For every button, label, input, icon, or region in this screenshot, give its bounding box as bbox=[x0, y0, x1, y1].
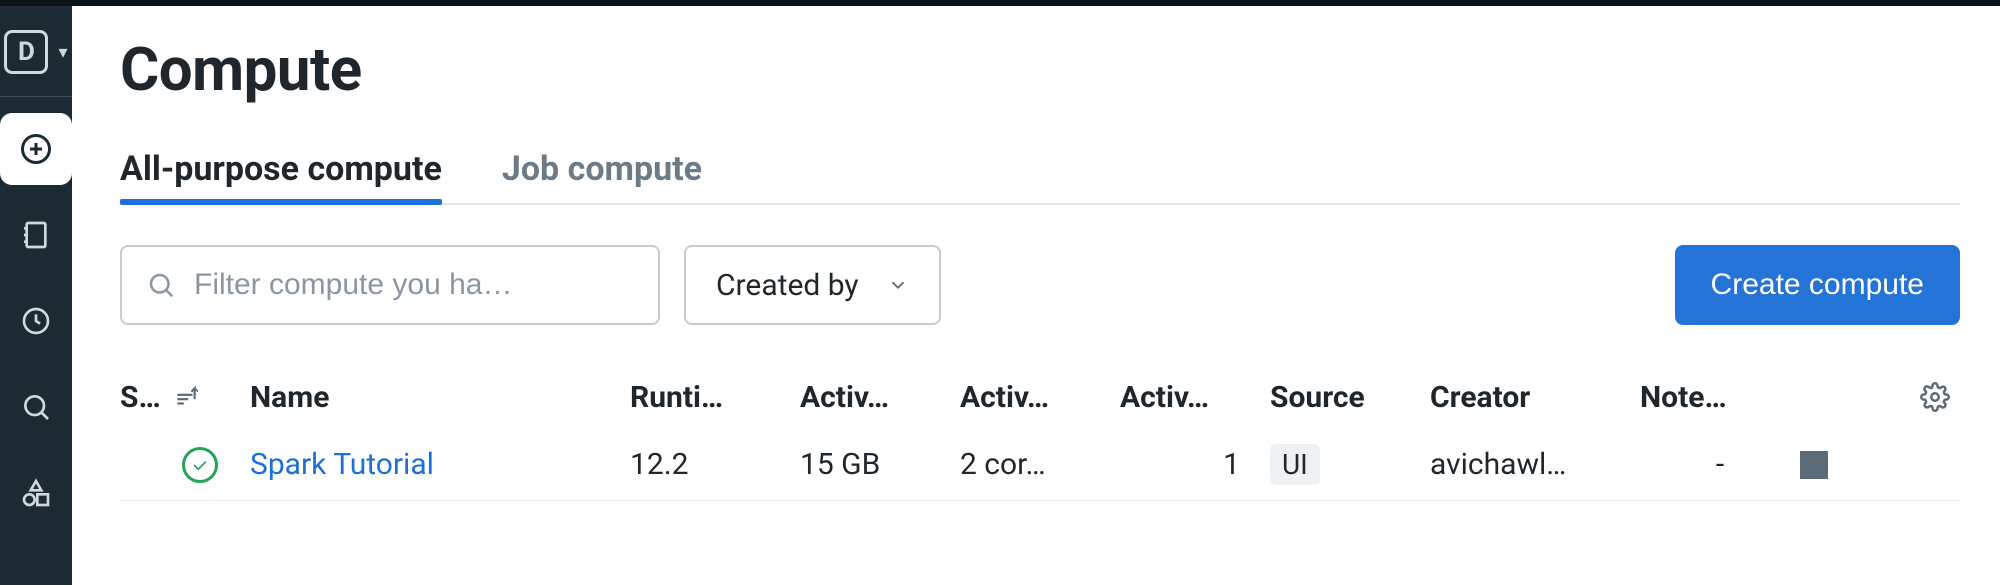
col-source[interactable]: Source bbox=[1270, 380, 1430, 415]
col-runtime[interactable]: Runti… bbox=[630, 380, 800, 415]
sidebar-data[interactable] bbox=[0, 457, 72, 529]
table-settings[interactable] bbox=[1900, 382, 1960, 412]
search-icon bbox=[20, 391, 52, 423]
sidebar-workspace[interactable] bbox=[0, 199, 72, 271]
cell-state bbox=[120, 447, 250, 483]
source-chip: UI bbox=[1270, 444, 1320, 485]
sidebar: D ▾ bbox=[0, 0, 72, 585]
color-square-icon bbox=[1800, 451, 1828, 479]
shapes-icon bbox=[20, 477, 52, 509]
search-icon bbox=[146, 270, 176, 300]
col-state[interactable]: S… bbox=[120, 380, 250, 415]
cell-creator: avichawl… bbox=[1430, 447, 1640, 482]
create-compute-button[interactable]: Create compute bbox=[1675, 245, 1960, 325]
cell-active-nodes: 1 bbox=[1120, 447, 1270, 482]
plus-circle-icon bbox=[18, 131, 54, 167]
sidebar-search[interactable] bbox=[0, 371, 72, 443]
page-title: Compute bbox=[120, 34, 1960, 105]
tab-job-compute[interactable]: Job compute bbox=[502, 149, 702, 203]
col-creator[interactable]: Creator bbox=[1430, 380, 1640, 415]
cell-notebooks: - bbox=[1640, 447, 1800, 482]
compute-table: S… Name Runti… Activ… Activ… Activ… Sour… bbox=[120, 365, 1960, 501]
tabs: All-purpose compute Job compute bbox=[120, 149, 1960, 205]
gear-icon bbox=[1920, 382, 1950, 412]
sidebar-recents[interactable] bbox=[0, 285, 72, 357]
dropdown-label: Created by bbox=[716, 268, 859, 303]
chevron-down-icon bbox=[887, 274, 909, 296]
table-row[interactable]: Spark Tutorial 12.2 15 GB 2 cor… 1 UI av… bbox=[120, 429, 1960, 501]
status-running-icon bbox=[182, 447, 218, 483]
cell-active-mem: 15 GB bbox=[800, 447, 960, 482]
col-name[interactable]: Name bbox=[250, 380, 630, 415]
created-by-dropdown[interactable]: Created by bbox=[684, 245, 941, 325]
notebook-icon bbox=[20, 219, 52, 251]
col-active-nodes[interactable]: Activ… bbox=[1120, 380, 1270, 415]
clock-icon bbox=[20, 305, 52, 337]
col-state-label: S… bbox=[120, 380, 161, 415]
col-notebooks[interactable]: Note… bbox=[1640, 380, 1800, 415]
workspace-switcher[interactable]: D ▾ bbox=[4, 30, 67, 74]
filter-input-wrap[interactable] bbox=[120, 245, 660, 325]
filter-input[interactable] bbox=[194, 268, 634, 302]
cell-name[interactable]: Spark Tutorial bbox=[250, 447, 630, 482]
col-active-cores[interactable]: Activ… bbox=[960, 380, 1120, 415]
col-active-mem[interactable]: Activ… bbox=[800, 380, 960, 415]
main-content: Compute All-purpose compute Job compute … bbox=[72, 0, 2000, 585]
cell-source: UI bbox=[1270, 444, 1430, 485]
controls-row: Created by Create compute bbox=[120, 245, 1960, 325]
sidebar-brand-row: D ▾ bbox=[0, 30, 72, 97]
cell-runtime: 12.2 bbox=[630, 447, 800, 482]
tab-all-purpose-compute[interactable]: All-purpose compute bbox=[120, 149, 442, 203]
cell-active-cores: 2 cor… bbox=[960, 447, 1120, 482]
sidebar-new-button[interactable] bbox=[0, 113, 72, 185]
brand-logo: D bbox=[4, 30, 48, 74]
table-header: S… Name Runti… Activ… Activ… Activ… Sour… bbox=[120, 365, 1960, 429]
cell-color bbox=[1800, 451, 1900, 479]
sort-icon bbox=[173, 384, 199, 410]
caret-down-icon: ▾ bbox=[58, 42, 67, 63]
